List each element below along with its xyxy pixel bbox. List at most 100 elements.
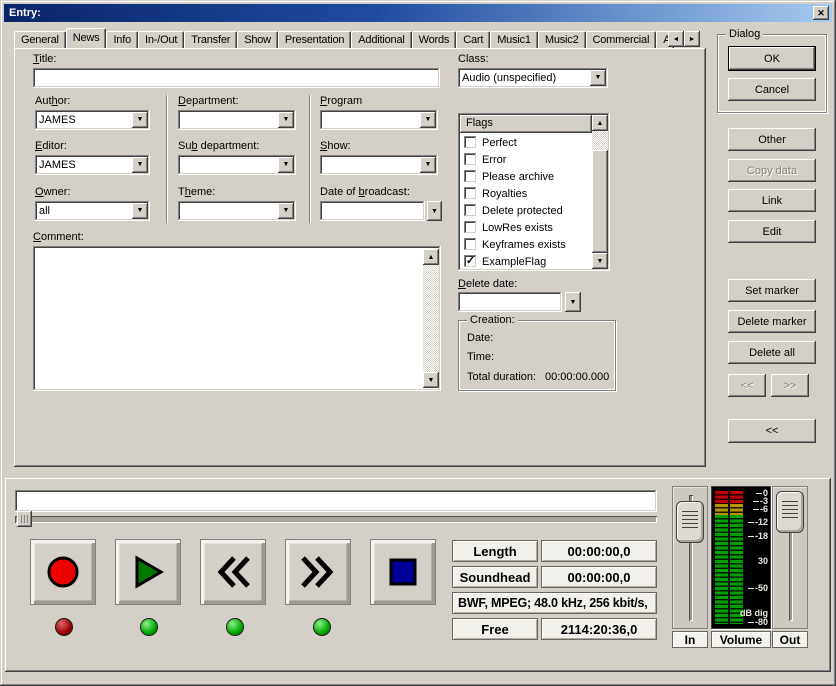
in-fader-thumb[interactable]: [676, 501, 704, 543]
flag-label[interactable]: ExampleFlag: [482, 256, 546, 268]
flag-label[interactable]: Royalties: [482, 188, 527, 200]
flag-label[interactable]: Keyframes exists: [482, 239, 566, 251]
tab-scroll-right-button[interactable]: ►: [684, 31, 700, 47]
flag-label[interactable]: Perfect: [482, 137, 517, 149]
scroll-up-button[interactable]: ▲: [423, 249, 439, 265]
tab-general[interactable]: General: [14, 31, 66, 48]
close-icon: ✕: [817, 8, 825, 19]
comment-textarea[interactable]: [33, 246, 441, 391]
show-dropdown-button[interactable]: ▼: [420, 157, 436, 173]
tab-music2[interactable]: Music2: [538, 31, 586, 48]
editor-combobox[interactable]: JAMES ▼: [35, 155, 150, 175]
close-button[interactable]: ✕: [813, 6, 829, 20]
department-combobox[interactable]: ▼: [178, 110, 296, 130]
vu-meter-left-channel: [715, 491, 728, 624]
stop-button[interactable]: [370, 539, 436, 605]
department-dropdown-button[interactable]: ▼: [278, 112, 294, 128]
record-button[interactable]: [30, 539, 96, 605]
flag-label[interactable]: LowRes exists: [482, 222, 553, 234]
delete-date-dropdown-button[interactable]: ▼: [565, 292, 581, 312]
tab-info[interactable]: Info: [106, 31, 138, 48]
author-dropdown-button[interactable]: ▼: [132, 112, 148, 128]
column-separator: [166, 95, 168, 223]
tab-presentation[interactable]: Presentation: [278, 31, 351, 48]
soundhead-value: 00:00:00,0: [541, 566, 657, 588]
set-marker-button-label: Set marker: [745, 285, 799, 297]
scrollbar-track[interactable]: [423, 265, 439, 372]
author-value: JAMES: [39, 114, 76, 126]
tab-music1[interactable]: Music1: [490, 31, 538, 48]
class-combobox[interactable]: Audio (unspecified) ▼: [458, 68, 608, 88]
author-combobox[interactable]: JAMES ▼: [35, 110, 150, 130]
window-title: Entry:: [4, 7, 41, 19]
delete-all-button[interactable]: Delete all: [728, 341, 816, 364]
tab-commercial[interactable]: Commercial: [586, 31, 657, 48]
play-button[interactable]: [115, 539, 181, 605]
scrollbar-thumb[interactable]: [592, 150, 608, 253]
editor-dropdown-button[interactable]: ▼: [132, 157, 148, 173]
date-of-broadcast-dropdown-button[interactable]: ▼: [427, 201, 442, 221]
position-slider-thumb[interactable]: [17, 511, 32, 527]
edit-button[interactable]: Edit: [728, 220, 816, 243]
total-duration-value: 00:00:00.000: [545, 371, 609, 383]
flags-header[interactable]: Flags: [460, 115, 592, 133]
flag-checkbox-keyframes-exists[interactable]: [464, 238, 477, 251]
comment-scrollbar[interactable]: ▲ ▼: [423, 249, 439, 388]
flag-checkbox-royalties[interactable]: [464, 187, 477, 200]
out-fader-thumb[interactable]: [776, 491, 804, 533]
owner-dropdown-button[interactable]: ▼: [132, 203, 148, 219]
tab-scroll-left-button[interactable]: ◄: [668, 31, 684, 47]
title-input[interactable]: [33, 68, 440, 88]
program-combobox[interactable]: ▼: [320, 110, 438, 130]
other-button[interactable]: Other: [728, 128, 816, 151]
cancel-button[interactable]: Cancel: [728, 78, 816, 101]
scroll-down-button[interactable]: ▼: [592, 253, 608, 269]
length-label: Length: [452, 540, 538, 562]
rewind-button[interactable]: [200, 539, 266, 605]
titlebar[interactable]: Entry: ✕: [4, 4, 832, 22]
flag-checkbox-perfect[interactable]: [464, 136, 477, 149]
sub-department-combobox[interactable]: ▼: [178, 155, 296, 175]
fast-forward-button[interactable]: [285, 539, 351, 605]
delete-date-field[interactable]: [458, 292, 562, 312]
delete-marker-button[interactable]: Delete marker: [728, 310, 816, 333]
creation-date-label: Date:: [467, 332, 493, 344]
ok-button[interactable]: OK: [728, 46, 816, 71]
flag-checkbox-lowres-exists[interactable]: [464, 221, 477, 234]
tab-additional[interactable]: Additional: [351, 31, 411, 48]
link-button-label: Link: [762, 195, 782, 207]
flag-checkbox-please-archive[interactable]: [464, 170, 477, 183]
flag-label[interactable]: Please archive: [482, 171, 554, 183]
collapse-button[interactable]: <<: [728, 419, 816, 443]
program-dropdown-button[interactable]: ▼: [420, 112, 436, 128]
date-of-broadcast-field[interactable]: [320, 201, 425, 221]
tab-show[interactable]: Show: [237, 31, 278, 48]
scroll-up-button[interactable]: ▲: [592, 115, 608, 131]
position-slider-track[interactable]: [15, 516, 657, 523]
grip-icon: [21, 515, 29, 523]
tab-cart[interactable]: Cart: [456, 31, 490, 48]
theme-dropdown-button[interactable]: ▼: [278, 203, 294, 219]
vu-meter: 0 -3 -6 -12 -18 30 -50 dB dig -80: [711, 486, 771, 629]
tab-transfer[interactable]: Transfer: [184, 31, 237, 48]
editor-label: Editor:: [35, 140, 67, 152]
flag-checkbox-delete-protected[interactable]: [464, 204, 477, 217]
owner-combobox[interactable]: all ▼: [35, 201, 150, 221]
flag-checkbox-error[interactable]: [464, 153, 477, 166]
tab-words[interactable]: Words: [412, 31, 457, 48]
flag-label[interactable]: Error: [482, 154, 506, 166]
scroll-down-button[interactable]: ▼: [423, 372, 439, 388]
fast-forward-led: [313, 618, 331, 636]
theme-combobox[interactable]: ▼: [178, 201, 296, 221]
set-marker-button[interactable]: Set marker: [728, 279, 816, 302]
show-combobox[interactable]: ▼: [320, 155, 438, 175]
flag-checkbox-exampleflag[interactable]: ✓: [464, 255, 477, 268]
link-button[interactable]: Link: [728, 189, 816, 212]
arrow-up-icon: ▲: [597, 120, 604, 127]
class-dropdown-button[interactable]: ▼: [590, 70, 606, 86]
tab-in-out[interactable]: In-/Out: [138, 31, 184, 48]
tab-news[interactable]: News: [66, 28, 107, 48]
flag-label[interactable]: Delete protected: [482, 205, 563, 217]
flags-scrollbar[interactable]: ▲ ▼: [592, 115, 608, 269]
sub-department-dropdown-button[interactable]: ▼: [278, 157, 294, 173]
